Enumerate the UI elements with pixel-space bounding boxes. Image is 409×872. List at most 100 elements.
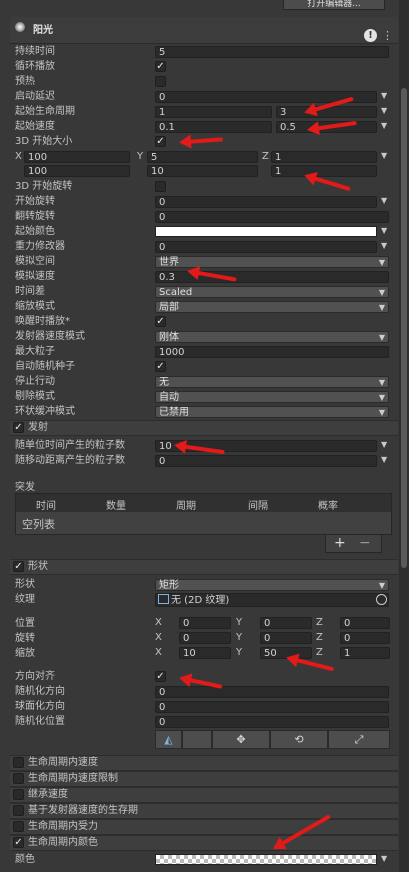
size3d-checkbox[interactable]: ✓ [155,136,166,147]
shape-module-header[interactable]: ✓ 形状 [10,559,398,575]
chevron-down-icon[interactable]: ▼ [381,106,387,115]
rotation-y-field[interactable]: 0 [260,632,312,644]
module-inherit-velocity[interactable]: 继承速度 [10,787,398,803]
delta-time-dropdown[interactable]: Scaled ▼ [155,286,389,298]
kebab-icon[interactable]: ⋮ [382,29,393,42]
size-y-max-field[interactable]: 10 [147,165,258,177]
chevron-down-icon[interactable]: ▼ [381,854,387,863]
auto-seed-checkbox[interactable]: ✓ [155,361,166,372]
start-speed-label: 起始速度 [15,121,55,132]
remove-burst-button[interactable]: − [359,535,371,551]
chevron-down-icon[interactable]: ▼ [381,241,387,250]
gravity-field[interactable]: 0 [155,241,377,253]
texture-label: 纹理 [15,594,35,605]
module-checkbox[interactable] [13,821,24,832]
scrollbar-thumb[interactable] [401,88,407,568]
size-x-max-field[interactable]: 100 [24,165,130,177]
texture-row: 纹理 无 (2D 纹理) [0,592,398,607]
ring-buffer-dropdown[interactable]: 已禁用 ▼ [155,406,389,418]
rate-time-label: 随单位时间产生的粒子数 [15,440,125,451]
shape-type-value: 矩形 [159,580,179,591]
emission-checkbox[interactable]: ✓ [13,422,24,433]
start-color-label: 起始颜色 [15,226,55,237]
scale-x-field[interactable]: 10 [179,647,231,659]
gradient-field[interactable] [155,854,377,865]
looping-row: 循环播放 ✓ [0,59,398,74]
stop-action-dropdown[interactable]: 无 ▼ [155,376,389,388]
module-checkbox[interactable] [13,789,24,800]
scale-z-field[interactable]: 1 [340,647,390,659]
start-lifetime-label: 起始生命周期 [15,106,75,117]
shape-checkbox[interactable]: ✓ [13,561,24,572]
module-limit-velocity[interactable]: 生命周期内速度限制 [10,771,398,787]
start-speed-min-field[interactable]: 0.1 [155,121,272,133]
start-rotation-field[interactable]: 0 [155,196,377,208]
size-x-field[interactable]: 100 [24,151,130,163]
rotate-tool-icon[interactable]: ⟲ [270,730,328,749]
culling-mode-row: 剔除模式 自动 ▼ [0,389,398,404]
color-label: 颜色 [15,854,35,865]
texture-field[interactable]: 无 (2D 纹理) [155,593,389,607]
chevron-down-icon[interactable]: ▼ [381,121,387,130]
position-x-field[interactable]: 0 [179,617,231,629]
flip-rotation-field[interactable]: 0 [155,211,389,223]
size-z-field[interactable]: 1 [271,151,377,163]
scale-tool-icon[interactable]: ⤢ [328,730,390,749]
module-checkbox[interactable] [13,757,24,768]
chevron-down-icon[interactable]: ▼ [381,196,387,205]
col-count: 数量 [106,501,126,512]
play-on-awake-checkbox[interactable]: ✓ [155,316,166,327]
edit-shape-icon[interactable]: ◭ [155,730,182,749]
spherize-direction-row: 球面化方向 0 [0,699,398,714]
chevron-down-icon[interactable]: ▼ [381,151,387,160]
position-z-field[interactable]: 0 [340,617,390,629]
start-color-swatch[interactable] [155,226,377,237]
module-checkbox[interactable] [13,773,24,784]
randomize-position-field[interactable]: 0 [155,716,389,728]
chevron-down-icon: ▼ [378,581,385,590]
emitter-velocity-dropdown[interactable]: 刚体 ▼ [155,331,389,343]
max-particles-field[interactable]: 1000 [155,346,389,358]
axis-z-label: Z [262,151,269,162]
shape-type-dropdown[interactable]: 矩形 ▼ [155,579,389,591]
culling-mode-dropdown[interactable]: 自动 ▼ [155,391,389,403]
texture-value: 无 (2D 纹理) [171,595,230,606]
module-color-lifetime[interactable]: ✓ 生命周期内颜色 [10,835,398,851]
module-checkbox[interactable]: ✓ [13,837,24,848]
position-y-field[interactable]: 0 [260,617,312,629]
size-y-field[interactable]: 5 [147,151,258,163]
align-direction-checkbox[interactable]: ✓ [155,671,166,682]
looping-checkbox[interactable]: ✓ [155,61,166,72]
chevron-down-icon[interactable]: ▼ [381,226,387,235]
rotation-z-field[interactable]: 0 [340,632,390,644]
rate-distance-field[interactable]: 0 [155,455,377,467]
rotation-label: 旋转 [15,633,35,644]
module-force-lifetime[interactable]: 生命周期内受力 [10,819,398,835]
randomize-direction-field[interactable]: 0 [155,686,389,698]
emission-module-header[interactable]: ✓ 发射 [10,420,398,436]
chevron-down-icon[interactable]: ▼ [381,91,387,100]
spherize-direction-field[interactable]: 0 [155,701,389,713]
module-lifetime-by-speed[interactable]: 基于发射器速度的生存期 [10,803,398,819]
size-z-max-field[interactable]: 1 [271,165,377,177]
object-picker-icon[interactable] [376,594,387,605]
scale-label: 缩放 [15,648,35,659]
emission-title: 发射 [28,422,48,433]
module-velocity-lifetime[interactable]: 生命周期内速度 [10,755,398,771]
col-time: 时间 [36,501,56,512]
chevron-down-icon[interactable]: ▼ [381,440,387,449]
help-icon[interactable]: ! [364,29,377,42]
rotation-x-field[interactable]: 0 [179,632,231,644]
rotation3d-checkbox[interactable] [155,181,166,192]
start-lifetime-min-field[interactable]: 1 [155,106,272,118]
particle-icon [15,22,25,32]
duration-field[interactable]: 5 [155,46,389,58]
chevron-down-icon[interactable]: ▼ [381,455,387,464]
move-tool-icon[interactable]: ✥ [212,730,270,749]
randomize-position-label: 随机化位置 [15,716,65,727]
scaling-mode-dropdown[interactable]: 局部 ▼ [155,301,389,313]
add-burst-button[interactable]: + [334,535,346,551]
module-checkbox[interactable] [13,805,24,816]
prewarm-checkbox[interactable] [155,76,166,87]
open-editor-button[interactable]: 打开编辑器... [283,0,385,10]
